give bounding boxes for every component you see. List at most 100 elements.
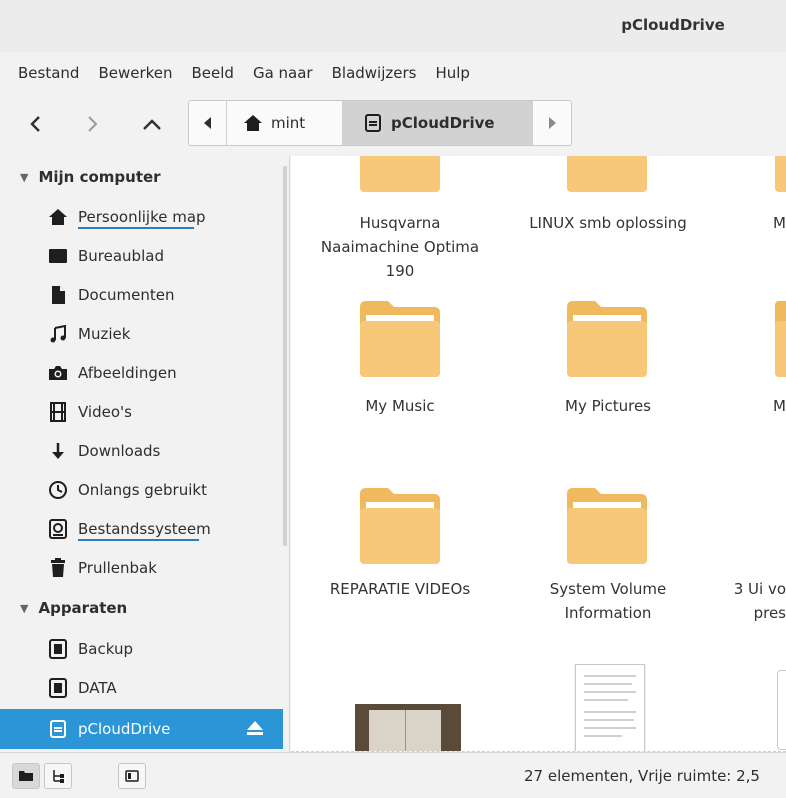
file-label[interactable]: REPARATIE VIDEOs xyxy=(310,577,490,601)
folder-icon[interactable] xyxy=(775,301,786,381)
expand-triangle-icon: ▼ xyxy=(20,170,29,184)
folder-icon[interactable] xyxy=(567,156,647,196)
sidebar-item-label: Bestandssysteem xyxy=(78,519,211,541)
eject-icon xyxy=(247,721,263,735)
menu-hulp[interactable]: Hulp xyxy=(435,64,469,82)
sidebar-item-label: Afbeeldingen xyxy=(78,363,177,382)
sidebar-item-label: Onlangs gebruikt xyxy=(78,480,207,499)
menu-bar: Bestand Bewerken Beeld Ga naar Bladwijze… xyxy=(0,52,786,94)
status-text: 27 elementen, Vrije ruimte: 2,5 xyxy=(524,767,760,785)
sidebar-scrollbar[interactable] xyxy=(283,166,287,546)
file-label[interactable]: My Music xyxy=(310,394,490,418)
sidebar-item-persoonlijke-map[interactable]: Persoonlijke map xyxy=(0,197,283,236)
sidebar-item-bureaublad[interactable]: Bureaublad xyxy=(0,236,283,275)
desktop-icon xyxy=(48,246,68,266)
film-icon xyxy=(48,401,68,422)
eject-button[interactable] xyxy=(246,720,264,740)
sidebar-section-computer[interactable]: ▼ Mijn computer xyxy=(0,158,283,196)
sidebar-item-documenten[interactable]: Documenten xyxy=(0,275,283,314)
sidebar-item-muziek[interactable]: Muziek xyxy=(0,314,283,353)
sidebar-item-label: Documenten xyxy=(78,285,175,304)
sidebar: ▼ Mijn computer Persoonlijke map Bureaub… xyxy=(0,156,290,752)
home-icon xyxy=(48,207,68,227)
sidebar-item-label: Downloads xyxy=(78,441,161,460)
sidebar-item-prullenbak[interactable]: Prullenbak xyxy=(0,548,283,587)
folder-icon[interactable] xyxy=(567,301,647,381)
path-segment-home[interactable]: mint xyxy=(227,101,343,145)
title-bar: pCloudDrive xyxy=(0,0,786,52)
document-thumbnail[interactable] xyxy=(777,670,786,750)
sidebar-item-label: Bureaublad xyxy=(78,246,164,265)
chip-drive-icon xyxy=(48,638,68,659)
folder-icon[interactable] xyxy=(567,488,647,568)
sidebar-item-afbeeldingen[interactable]: Afbeeldingen xyxy=(0,353,283,392)
sidebar-item-label: pCloudDrive xyxy=(78,720,171,738)
trash-icon xyxy=(48,557,68,578)
harddisk-icon xyxy=(48,518,68,539)
tree-icon xyxy=(53,770,64,783)
sidebar-item-label: Video's xyxy=(78,402,132,421)
back-button[interactable] xyxy=(18,106,54,142)
file-label[interactable]: 3 Ui vo pres xyxy=(726,577,786,625)
sidebar-item-label: Muziek xyxy=(78,324,131,343)
sidebar-item-videos[interactable]: Video's xyxy=(0,392,283,431)
folder-icon[interactable] xyxy=(360,301,440,381)
file-label[interactable]: My Pictures xyxy=(518,394,698,418)
folder-icon[interactable] xyxy=(775,156,786,196)
sidebar-item-label: Prullenbak xyxy=(78,558,157,577)
path-scroll-left-button[interactable] xyxy=(189,101,227,145)
sidebar-section-label: Apparaten xyxy=(38,599,128,617)
menu-bewerken[interactable]: Bewerken xyxy=(98,64,172,82)
download-arrow-icon xyxy=(48,441,68,461)
sidebar-toggle-icon xyxy=(125,770,139,782)
expand-triangle-icon: ▼ xyxy=(20,601,29,615)
menu-bestand[interactable]: Bestand xyxy=(18,64,79,82)
sidebar-section-devices[interactable]: ▼ Apparaten xyxy=(0,589,283,627)
chip-drive-icon xyxy=(48,677,68,698)
image-thumbnail[interactable] xyxy=(355,704,461,751)
sidebar-section-label: Mijn computer xyxy=(38,168,161,186)
chevron-up-icon xyxy=(143,119,161,130)
places-view-button[interactable] xyxy=(12,763,40,789)
drive-icon xyxy=(48,719,68,739)
file-label[interactable]: System Volume Information xyxy=(518,577,698,625)
chevron-left-icon xyxy=(30,116,40,132)
sidebar-item-label: Backup xyxy=(78,639,133,658)
path-current-label: pCloudDrive xyxy=(391,114,495,132)
chevron-right-icon xyxy=(88,116,98,132)
sidebar-item-downloads[interactable]: Downloads xyxy=(0,431,283,470)
camera-icon xyxy=(48,363,68,383)
folder-icon[interactable] xyxy=(360,488,440,568)
up-button[interactable] xyxy=(134,106,170,142)
sidebar-item-label: DATA xyxy=(78,678,117,697)
folder-small-icon xyxy=(19,771,33,781)
sidebar-item-backup[interactable]: Backup xyxy=(0,629,283,668)
path-segment-current[interactable]: pCloudDrive xyxy=(343,101,533,145)
music-icon xyxy=(48,324,68,344)
status-bar: 27 elementen, Vrije ruimte: 2,5 xyxy=(0,752,786,798)
file-view: Husqvarna Naaimachine Optima 190 LINUX s… xyxy=(291,156,786,752)
tree-view-button[interactable] xyxy=(44,763,72,789)
file-label[interactable]: M xyxy=(726,211,786,235)
menu-beeld[interactable]: Beeld xyxy=(192,64,234,82)
file-label[interactable]: M xyxy=(726,394,786,418)
menu-bladwijzers[interactable]: Bladwijzers xyxy=(332,64,417,82)
clock-icon xyxy=(48,480,68,500)
sidebar-item-pclouddrive[interactable]: pCloudDrive xyxy=(0,709,283,749)
file-label[interactable]: LINUX smb oplossing xyxy=(518,211,698,235)
menu-ga-naar[interactable]: Ga naar xyxy=(253,64,313,82)
folder-icon[interactable] xyxy=(360,156,440,196)
toggle-sidebar-button[interactable] xyxy=(118,763,146,789)
document-thumbnail[interactable] xyxy=(575,664,645,751)
forward-button[interactable] xyxy=(74,106,110,142)
home-icon xyxy=(244,115,262,131)
path-home-label: mint xyxy=(271,114,306,132)
path-bar: mint pCloudDrive xyxy=(188,100,572,146)
sidebar-item-label: Persoonlijke map xyxy=(78,207,206,229)
path-scroll-right-button[interactable] xyxy=(533,101,571,145)
window-title: pCloudDrive xyxy=(621,16,725,34)
sidebar-item-onlangs-gebruikt[interactable]: Onlangs gebruikt xyxy=(0,470,283,509)
sidebar-item-data[interactable]: DATA xyxy=(0,668,283,707)
sidebar-item-bestandssysteem[interactable]: Bestandssysteem xyxy=(0,509,283,548)
file-label[interactable]: Husqvarna Naaimachine Optima 190 xyxy=(310,211,490,283)
